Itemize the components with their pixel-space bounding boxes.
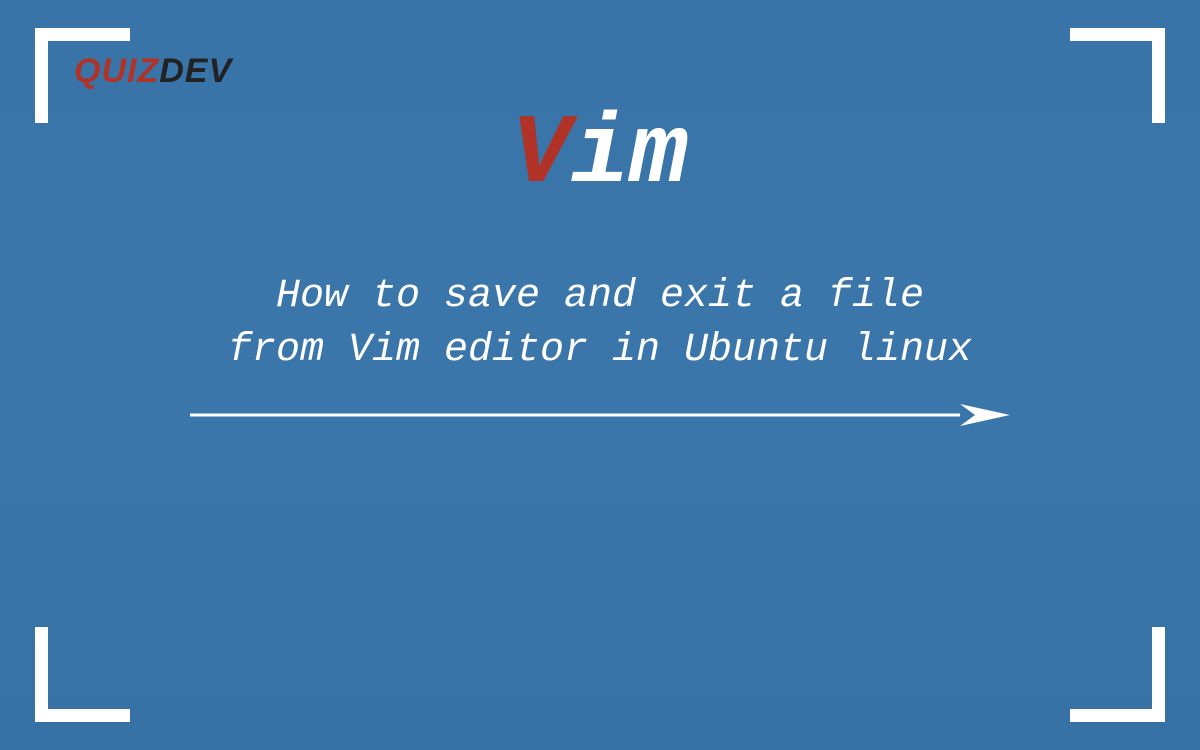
subtitle-line-1: How to save and exit a file xyxy=(0,270,1200,324)
main-heading: Vim xyxy=(0,100,1200,211)
corner-bracket-bottom-left xyxy=(35,627,130,722)
heading-rest: im xyxy=(571,100,689,211)
logo-text-dev: DEV xyxy=(159,52,232,90)
subtitle-line-2: from Vim editor in Ubuntu linux xyxy=(0,324,1200,378)
site-logo: QUIZDEV xyxy=(74,52,232,91)
heading-first-letter: V xyxy=(512,100,571,211)
corner-bracket-bottom-right xyxy=(1070,627,1165,722)
article-title: How to save and exit a file from Vim edi… xyxy=(0,270,1200,378)
logo-text-quiz: QUIZ xyxy=(74,52,159,90)
arrow-divider-icon xyxy=(190,400,1010,430)
